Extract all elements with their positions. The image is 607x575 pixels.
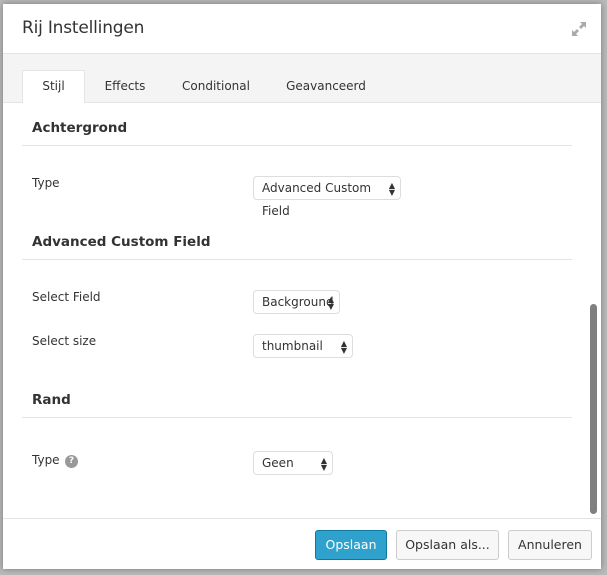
divider (22, 417, 572, 418)
border-type-select[interactable]: Geen ▲ ▼ (253, 451, 333, 475)
section-title-background: Achtergrond (32, 120, 128, 136)
save-button[interactable]: Opslaan (315, 530, 387, 560)
tab-effects[interactable]: Effects (95, 71, 155, 102)
select-arrows-icon: ▲ ▼ (320, 456, 327, 472)
settings-content: Achtergrond Type Advanced Custom Field ▲… (3, 103, 601, 518)
divider (22, 259, 572, 260)
select-size-label: Select size (32, 334, 97, 348)
background-type-value: Advanced Custom Field (262, 181, 372, 218)
background-type-label: Type (32, 176, 60, 190)
select-size-select[interactable]: thumbnail ▲ ▼ (253, 334, 353, 358)
select-field-value: Background (262, 295, 334, 309)
save-as-button[interactable]: Opslaan als... (396, 530, 499, 560)
select-field-label: Select Field (32, 290, 101, 304)
tab-bar: Stijl Effects Conditional Geavanceerd (3, 54, 601, 103)
border-type-value: Geen (262, 456, 294, 470)
expand-arrows-icon[interactable] (570, 20, 588, 38)
border-type-label: Type (32, 453, 60, 467)
select-arrows-icon: ▲ ▼ (388, 181, 395, 197)
section-title-acf: Advanced Custom Field (32, 234, 211, 250)
tab-geavanceerd[interactable]: Geavanceerd (281, 71, 371, 102)
dialog-title: Rij Instellingen (22, 18, 145, 38)
section-title-border: Rand (32, 392, 71, 408)
row-settings-dialog: Rij Instellingen Stijl Effects Condition… (3, 4, 601, 569)
tab-stijl[interactable]: Stijl (22, 70, 85, 103)
select-arrows-icon: ▲ ▼ (327, 295, 334, 311)
cancel-button[interactable]: Annuleren (508, 530, 592, 560)
tab-conditional[interactable]: Conditional (175, 71, 257, 102)
divider (22, 145, 572, 146)
select-size-value: thumbnail (262, 339, 323, 353)
background-type-select[interactable]: Advanced Custom Field ▲ ▼ (253, 176, 401, 218)
dialog-header: Rij Instellingen (3, 4, 601, 54)
select-field-select[interactable]: Background ▲ ▼ (253, 290, 340, 314)
scrollbar-thumb[interactable] (590, 304, 597, 514)
question-circle-icon[interactable]: ? (65, 455, 78, 468)
select-arrows-icon: ▲ ▼ (340, 339, 347, 355)
dialog-footer: Opslaan Opslaan als... Annuleren (3, 518, 601, 569)
